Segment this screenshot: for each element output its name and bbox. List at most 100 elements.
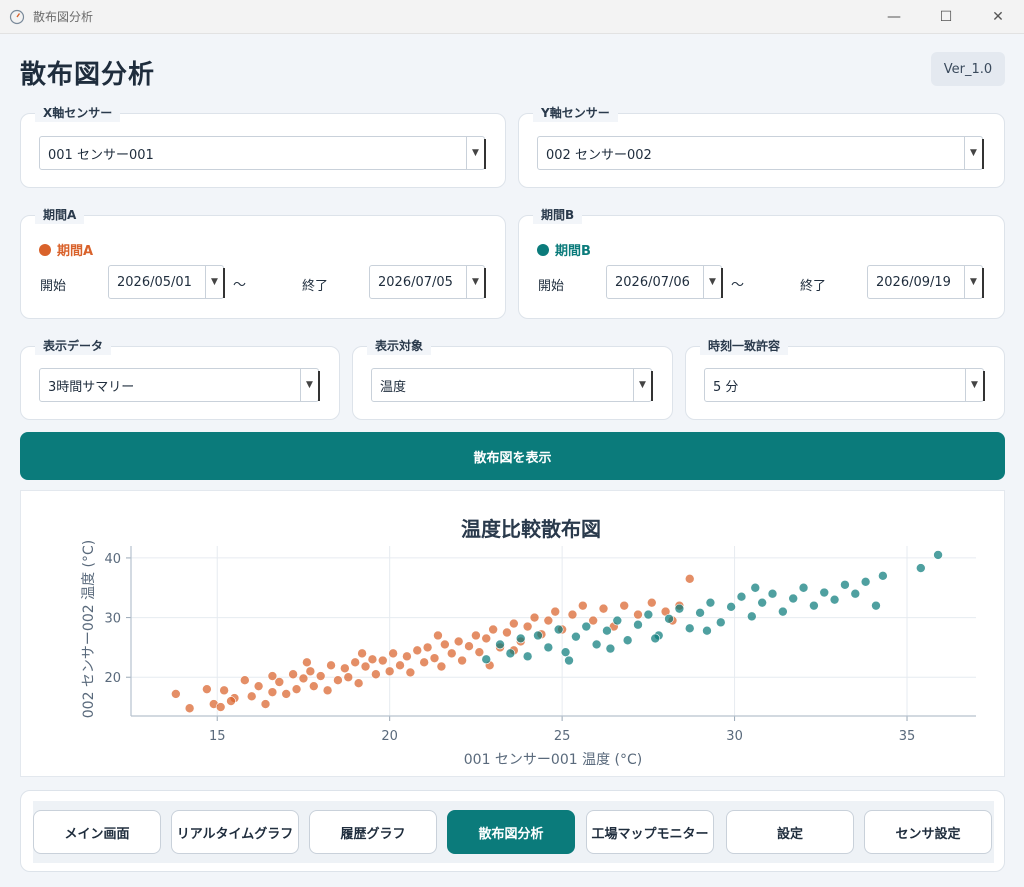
chevron-down-icon: ▼ <box>965 369 983 401</box>
chevron-down-icon: ▼ <box>205 266 223 298</box>
scatter-point-series-a <box>384 666 395 677</box>
scatter-point-series-a <box>171 689 181 699</box>
scatter-point-series-b <box>702 625 712 636</box>
display-data-value: 3時間サマリー <box>48 379 135 395</box>
display-data-label: 表示データ <box>35 337 112 355</box>
scatter-point-series-a <box>405 667 416 678</box>
scatter-chart-panel: 15 20 25 30 35 20 30 40 温度比較散布図 001 センサー001 温度 … <box>20 490 1005 777</box>
scatter-point-series-a <box>619 600 630 611</box>
nav-history-graph[interactable]: 履歴グラフ <box>309 810 437 854</box>
scatter-point-series-b <box>533 630 543 641</box>
chevron-down-icon: ▼ <box>633 369 651 401</box>
period-a-separator: 〜 <box>233 278 247 293</box>
period-b-separator: 〜 <box>731 278 745 293</box>
scatter-point-series-a <box>322 685 333 696</box>
scatter-point-series-a <box>226 696 236 706</box>
nav-scatter-analysis[interactable]: 散布図分析 <box>447 810 575 854</box>
scatter-point-series-a <box>440 639 450 650</box>
scatter-point-series-a <box>474 647 485 657</box>
scatter-point-series-a <box>353 678 364 688</box>
scatter-point-series-b <box>522 651 533 662</box>
period-a-end-date[interactable]: 2026/07/05 ▼ <box>369 265 486 299</box>
display-data-select[interactable]: 3時間サマリー ▼ <box>39 368 320 402</box>
scatter-point-series-b <box>788 593 799 604</box>
scatter-point-series-a <box>502 627 512 638</box>
scatter-point-series-b <box>560 647 571 657</box>
period-b-start-value: 2026/07/06 <box>615 274 690 290</box>
scatter-point-series-a <box>246 691 257 702</box>
scatter-point-series-b <box>695 608 705 618</box>
gauge-icon <box>9 9 25 24</box>
scatter-point-series-a <box>343 672 354 683</box>
scatter-point-series-a <box>350 657 360 668</box>
scatter-point-series-a <box>422 642 433 653</box>
maximize-button[interactable]: ☐ <box>920 0 972 34</box>
chart-y-axis-label: 002 センサー002 温度 (°C) <box>81 540 97 719</box>
y-sensor-select[interactable]: 002 センサー002 ▼ <box>537 136 984 170</box>
scatter-point-series-a <box>550 606 561 617</box>
scatter-point-series-a <box>578 600 588 611</box>
scatter-point-series-b <box>819 587 830 598</box>
scatter-point-series-a <box>215 702 226 712</box>
x-sensor-select[interactable]: 001 センサー001 ▼ <box>39 136 486 170</box>
period-a-label: 期間A <box>35 206 85 224</box>
scatter-point-series-b <box>633 619 643 630</box>
tolerance-select[interactable]: 5 分 ▼ <box>704 368 985 402</box>
scatter-point-series-b <box>726 602 736 612</box>
display-target-value: 温度 <box>380 379 407 395</box>
scatter-point-series-b <box>515 633 526 644</box>
period-a-start-date[interactable]: 2026/05/01 ▼ <box>108 265 225 299</box>
y-tick-label: 40 <box>104 552 121 567</box>
scatter-point-series-a <box>357 648 367 659</box>
scatter-point-series-a <box>481 633 492 644</box>
period-b-marker <box>537 243 549 256</box>
minimize-button[interactable]: — <box>868 0 920 34</box>
nav-realtime-graph[interactable]: リアルタイムグラフ <box>171 810 299 854</box>
scatter-point-series-a <box>308 681 319 691</box>
chevron-down-icon: ▼ <box>964 266 982 298</box>
scatter-point-series-b <box>860 576 871 587</box>
chevron-down-icon: ▼ <box>703 266 721 298</box>
scatter-point-series-a <box>446 648 457 659</box>
scatter-point-series-a <box>291 684 302 694</box>
period-b-label: 期間B <box>533 206 583 224</box>
scatter-point-series-b <box>871 600 881 611</box>
scatter-point-series-a <box>412 645 423 656</box>
y-sensor-label: Y軸センサー <box>533 104 618 122</box>
x-tick-label: 35 <box>899 729 916 744</box>
x-sensor-panel: X軸センサー 001 センサー001 ▼ <box>20 104 506 188</box>
scatter-point-series-a <box>395 660 405 671</box>
period-b-start-date[interactable]: 2026/07/06 ▼ <box>606 265 723 299</box>
nav-factory-map-monitor[interactable]: 工場マップモニター <box>586 810 714 854</box>
period-a-title-text: 期間A <box>57 244 94 259</box>
scatter-point-series-a <box>281 689 292 699</box>
x-tick-label: 25 <box>554 729 571 744</box>
display-target-select[interactable]: 温度 ▼ <box>371 368 653 402</box>
tolerance-label: 時刻一致許容 <box>700 337 789 355</box>
scatter-point-series-a <box>367 654 378 665</box>
period-b-start-label: 開始 <box>538 279 565 294</box>
period-b-end-date[interactable]: 2026/09/19 ▼ <box>867 265 984 299</box>
scatter-point-series-a <box>326 660 336 671</box>
chevron-down-icon: ▼ <box>964 137 982 169</box>
window-title: 散布図分析 <box>33 10 94 24</box>
scatter-point-series-b <box>571 631 581 642</box>
period-a-title: 期間A <box>39 240 93 259</box>
nav-settings[interactable]: 設定 <box>726 810 854 854</box>
scatter-point-series-b <box>767 588 778 599</box>
nav-sensor-settings[interactable]: センサ設定 <box>864 810 992 854</box>
scatter-point-series-a <box>419 657 429 668</box>
nav-main-screen[interactable]: メイン画面 <box>33 810 161 854</box>
scatter-point-series-a <box>453 636 464 647</box>
scatter-point-series-b <box>643 609 654 620</box>
scatter-point-series-b <box>674 603 685 614</box>
close-button[interactable]: ✕ <box>972 0 1024 34</box>
scatter-point-series-a <box>684 574 695 584</box>
chart-title: 温度比較散布図 <box>461 517 601 541</box>
show-scatter-button[interactable]: 散布図を表示 <box>20 432 1005 480</box>
scatter-point-series-b <box>591 639 602 650</box>
scatter-point-series-a <box>464 641 474 652</box>
scatter-point-series-b <box>736 591 747 602</box>
scatter-point-series-b <box>650 633 661 644</box>
scatter-point-series-a <box>402 651 412 662</box>
